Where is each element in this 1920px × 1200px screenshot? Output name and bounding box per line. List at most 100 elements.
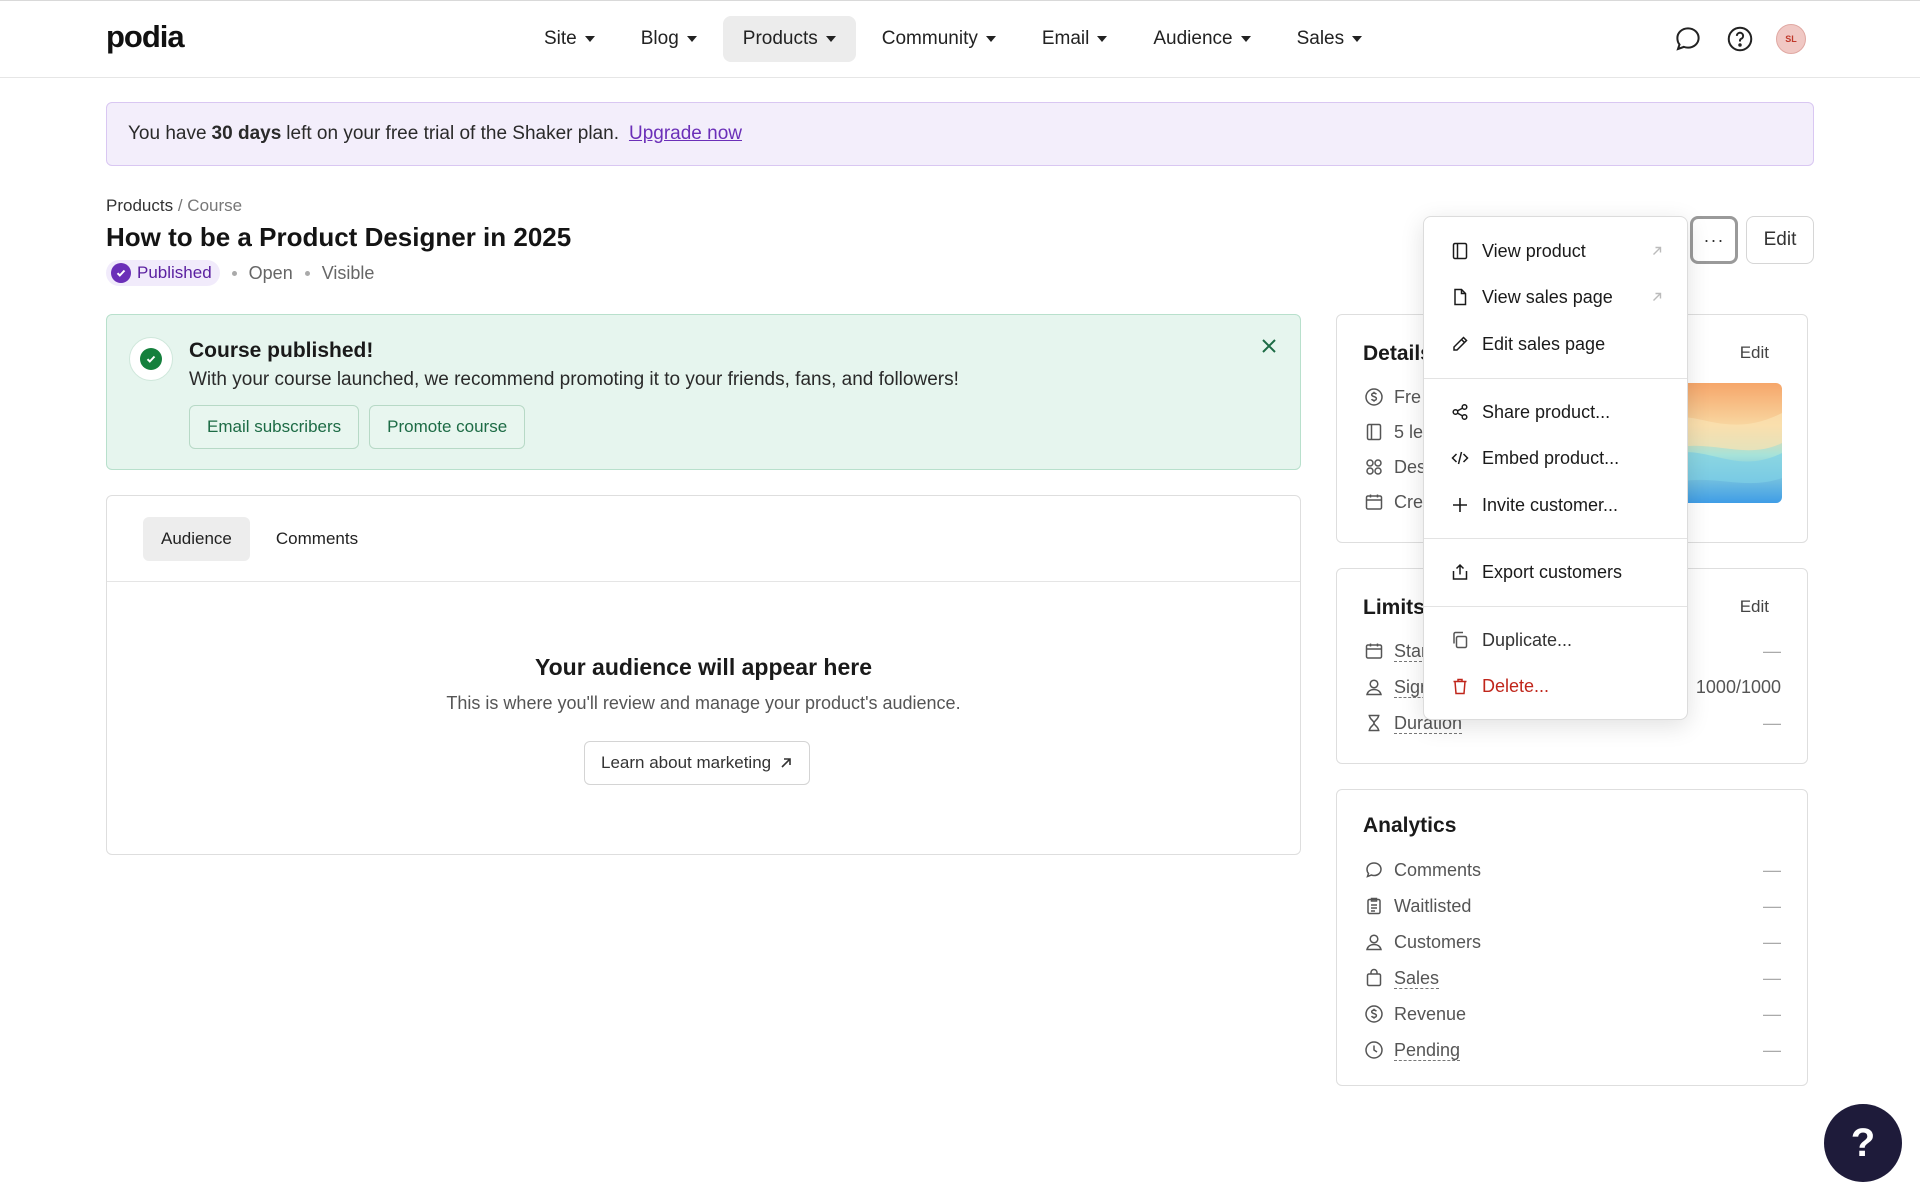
limits-value: 1000/1000	[1695, 676, 1781, 697]
details-edit-link[interactable]: Edit	[1740, 343, 1769, 363]
menu-item-share-product[interactable]: Share product...	[1424, 392, 1687, 432]
nav-products[interactable]: Products	[722, 16, 856, 62]
menu-item-label: Invite customer...	[1482, 494, 1619, 515]
book-icon	[1450, 241, 1470, 261]
analytics-value: —	[1763, 1039, 1781, 1060]
grid-icon	[1363, 456, 1385, 478]
upgrade-link[interactable]: Upgrade now	[629, 123, 742, 145]
user-icon	[1363, 676, 1385, 698]
nav-label: Products	[742, 28, 818, 49]
nav-site[interactable]: Site	[524, 16, 615, 62]
nav-community[interactable]: Community	[862, 16, 1016, 62]
edit-product-button[interactable]: Edit	[1746, 216, 1814, 264]
success-check-icon	[129, 337, 173, 381]
chat-bubble-icon[interactable]	[1672, 23, 1704, 55]
code-icon	[1450, 448, 1470, 468]
tab-comments[interactable]: Comments	[258, 517, 376, 561]
help-chat-button[interactable]: ?	[1824, 1104, 1902, 1182]
menu-item-label: Embed product...	[1482, 447, 1620, 468]
limits-edit-link[interactable]: Edit	[1740, 597, 1769, 617]
learn-about-marketing-button[interactable]: Learn about marketing	[584, 741, 811, 785]
analytics-row: Pending —	[1363, 1036, 1781, 1064]
analytics-label[interactable]: Pending	[1394, 1040, 1461, 1061]
menu-item-view-sales-page[interactable]: View sales page	[1424, 277, 1687, 317]
promote-course-button[interactable]: Promote course	[369, 405, 526, 449]
details-label: Des	[1394, 456, 1427, 477]
product-status-row: Published Open Visible	[106, 260, 374, 286]
clock-icon	[1363, 1039, 1385, 1061]
analytics-label[interactable]: Sales	[1394, 968, 1440, 989]
trial-suffix: left on your free trial of the Shaker pl…	[286, 123, 619, 144]
breadcrumb-products[interactable]: Products	[106, 196, 173, 215]
close-icon[interactable]	[1256, 333, 1282, 359]
menu-item-embed-product[interactable]: Embed product...	[1424, 438, 1687, 478]
status-badge: Published	[106, 260, 220, 286]
nav-label: Email	[1041, 28, 1090, 49]
hourglass-icon	[1363, 712, 1385, 734]
menu-item-invite-customer[interactable]: Invite customer...	[1424, 485, 1687, 525]
menu-item-label: Edit sales page	[1482, 333, 1606, 354]
nav-actions: SL	[1672, 23, 1806, 55]
analytics-value: —	[1763, 1003, 1781, 1024]
nav-email[interactable]: Email	[1022, 16, 1128, 62]
audience-tabs: Audience Comments	[143, 517, 376, 561]
more-actions-menu: View product View sales page Edit sales …	[1423, 216, 1688, 720]
menu-item-duplicate[interactable]: Duplicate...	[1424, 620, 1687, 660]
menu-item-label: View product	[1482, 240, 1586, 261]
analytics-row: Customers —	[1363, 928, 1781, 956]
limits-title: Limits	[1363, 596, 1425, 619]
email-subscribers-button[interactable]: Email subscribers	[189, 405, 360, 449]
menu-item-export-customers[interactable]: Export customers	[1424, 552, 1687, 592]
details-label: Cre	[1394, 491, 1424, 512]
analytics-label: Revenue	[1394, 1003, 1467, 1024]
menu-item-edit-sales-page[interactable]: Edit sales page	[1424, 324, 1687, 364]
dollar-circle-icon	[1363, 386, 1385, 408]
nav-sales[interactable]: Sales	[1277, 16, 1383, 62]
podia-logo[interactable]: podia	[106, 19, 185, 55]
menu-divider	[1424, 378, 1687, 379]
menu-item-label: Share product...	[1482, 401, 1611, 422]
trash-icon	[1450, 676, 1470, 696]
analytics-label: Comments	[1394, 859, 1482, 880]
menu-item-label: Duplicate...	[1482, 629, 1573, 650]
nav-blog[interactable]: Blog	[621, 16, 717, 62]
caret-down-icon	[1352, 36, 1363, 42]
trial-days: 30 days	[211, 123, 282, 144]
trial-banner: You have 30 days left on your free trial…	[106, 102, 1814, 166]
plus-icon	[1450, 495, 1470, 515]
nav-label: Community	[881, 28, 978, 49]
help-circle-icon[interactable]	[1724, 23, 1756, 55]
tab-audience[interactable]: Audience	[143, 517, 250, 561]
audience-panel: Audience Comments Your audience will app…	[106, 495, 1301, 855]
calendar-icon	[1363, 640, 1385, 662]
more-actions-button[interactable]: ···	[1690, 216, 1738, 264]
analytics-row: Waitlisted —	[1363, 892, 1781, 920]
caret-down-icon	[1097, 36, 1108, 42]
analytics-value: —	[1763, 967, 1781, 988]
details-title: Details	[1363, 342, 1432, 365]
caret-down-icon	[985, 36, 996, 42]
page-title: How to be a Product Designer in 2025	[106, 222, 572, 252]
details-label: Fre	[1394, 386, 1421, 407]
analytics-value: —	[1763, 895, 1781, 916]
alert-title: Course published!	[189, 339, 374, 362]
alert-description: With your course launched, we recommend …	[189, 369, 959, 390]
share-icon	[1450, 402, 1470, 422]
nav-audience[interactable]: Audience	[1133, 16, 1270, 62]
limits-value: —	[1763, 640, 1781, 661]
analytics-label: Customers	[1394, 931, 1482, 952]
book-icon	[1363, 421, 1385, 443]
separator-dot	[304, 270, 310, 276]
separator-dot	[231, 270, 237, 276]
menu-item-delete[interactable]: Delete...	[1424, 666, 1687, 706]
menu-item-view-product[interactable]: View product	[1424, 231, 1687, 271]
analytics-row: Sales —	[1363, 964, 1781, 992]
top-navigation: podia Site Blog Products Community Email…	[0, 0, 1920, 78]
caret-down-icon	[1240, 36, 1251, 42]
analytics-value: —	[1763, 859, 1781, 880]
analytics-value: —	[1763, 931, 1781, 952]
avatar[interactable]: SL	[1776, 24, 1806, 54]
user-icon	[1363, 931, 1385, 953]
comment-icon	[1363, 859, 1385, 881]
external-link-icon	[1651, 245, 1663, 257]
